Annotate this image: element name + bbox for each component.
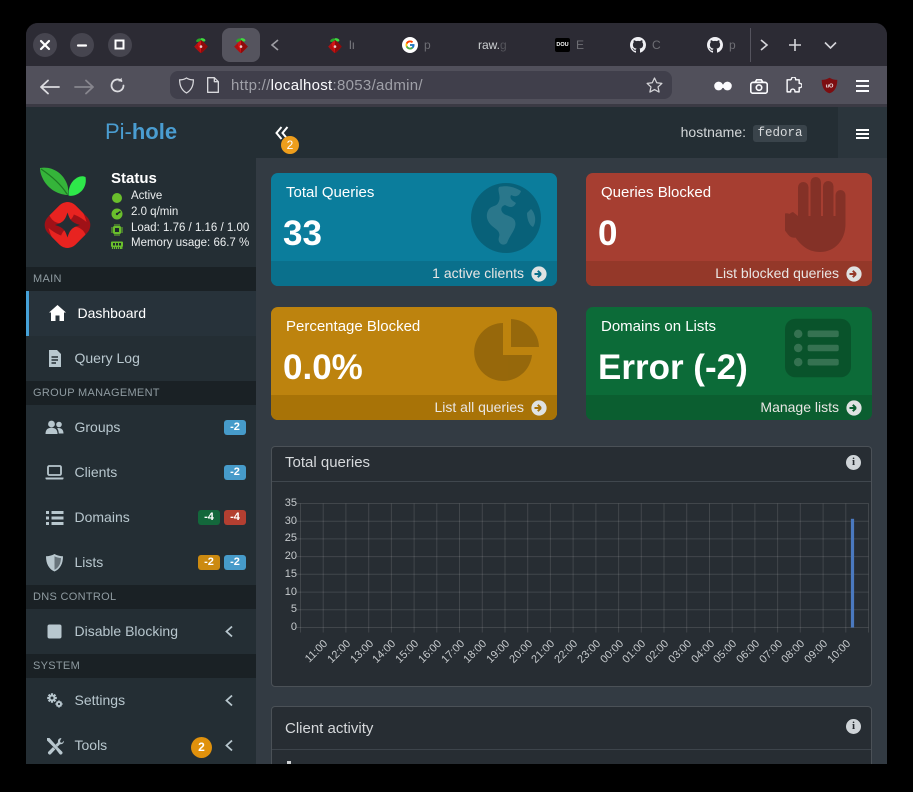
svg-text:uO: uO: [826, 83, 834, 89]
